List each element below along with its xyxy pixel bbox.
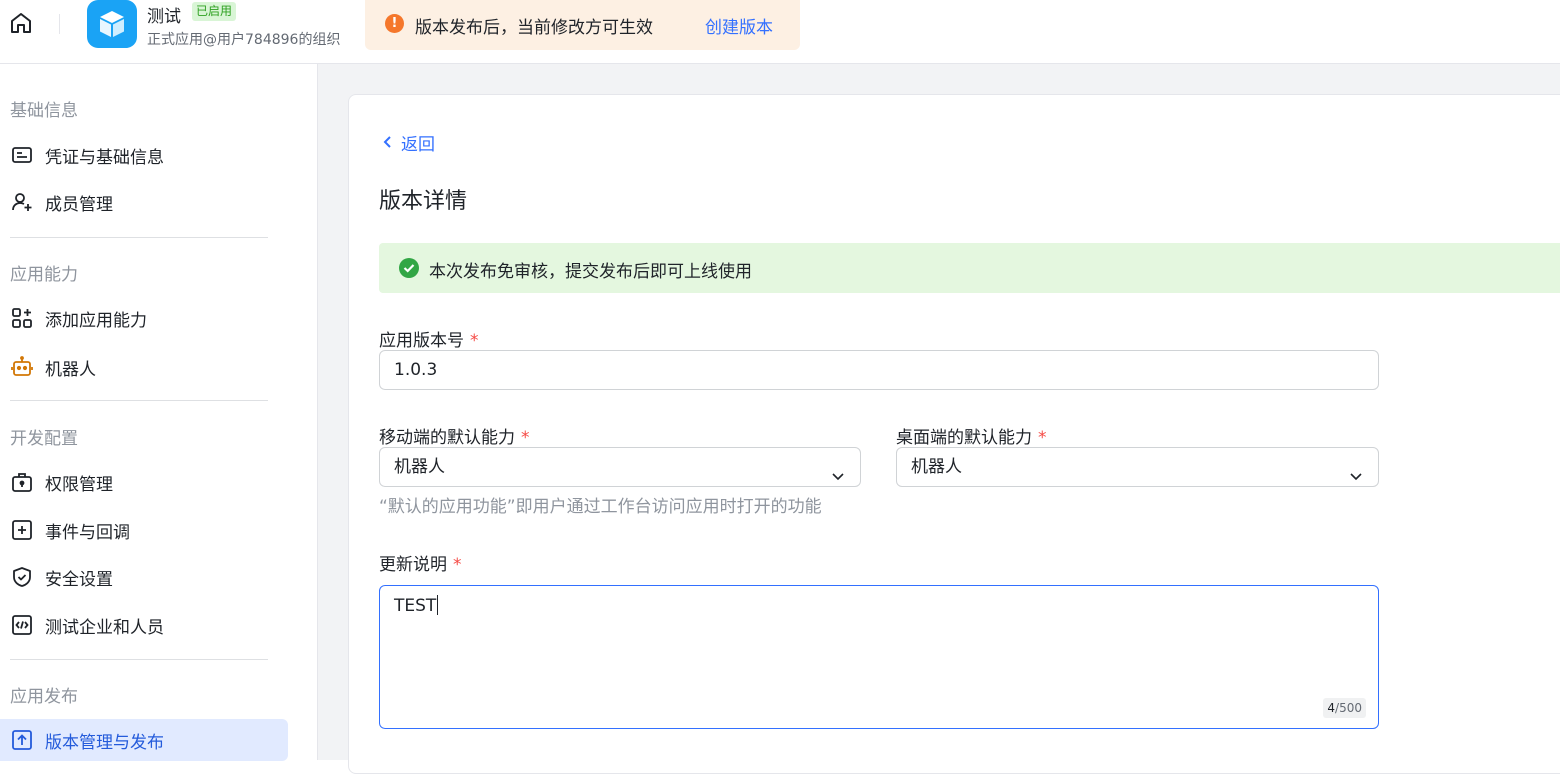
required-mark: * xyxy=(521,428,530,448)
shield-check-icon xyxy=(10,565,34,589)
sidebar-item-test-enterprise[interactable]: 测试企业和人员 xyxy=(0,604,288,646)
notice-text: 版本发布后，当前修改方可生效 xyxy=(415,18,653,38)
sidebar-item-label: 版本管理与发布 xyxy=(45,733,164,753)
desktop-default-label: 桌面端的默认能力 * xyxy=(896,428,1047,448)
header-divider xyxy=(59,14,60,34)
version-label: 应用版本号 * xyxy=(379,331,479,351)
grid-add-icon xyxy=(10,306,34,330)
sidebar-item-label: 权限管理 xyxy=(45,475,113,495)
mobile-default-value: 机器人 xyxy=(394,457,445,477)
sidebar-item-permissions[interactable]: 权限管理 xyxy=(0,461,288,503)
sidebar: 基础信息 凭证与基础信息 成员管理 应用能力 添加应用能力 机器人 开发配置 权… xyxy=(0,64,318,761)
code-box-icon xyxy=(10,613,34,637)
sidebar-item-security[interactable]: 安全设置 xyxy=(0,556,288,598)
success-banner: 本次发布免审核，提交发布后即可上线使用 xyxy=(379,243,1560,293)
required-mark: * xyxy=(470,331,479,351)
app-org: 正式应用@用户784896的组织 xyxy=(147,32,341,48)
desktop-default-value: 机器人 xyxy=(911,457,962,477)
update-notes-textarea[interactable]: TEST 4/500 xyxy=(379,585,1379,729)
sidebar-item-members[interactable]: 成员管理 xyxy=(0,181,288,223)
robot-icon xyxy=(10,355,34,379)
default-capability-help: “默认的应用功能”即用户通过工作台访问应用时打开的功能 xyxy=(379,497,822,517)
required-mark: * xyxy=(453,555,462,575)
page-title: 版本详情 xyxy=(379,189,468,214)
required-mark: * xyxy=(1038,428,1047,448)
sidebar-divider xyxy=(10,400,268,401)
warning-icon: ! xyxy=(385,14,404,33)
sidebar-item-credentials[interactable]: 凭证与基础信息 xyxy=(0,134,288,176)
sidebar-item-label: 安全设置 xyxy=(45,570,113,590)
sidebar-item-label: 添加应用能力 xyxy=(45,311,147,331)
sidebar-section-title: 应用能力 xyxy=(10,265,78,285)
sidebar-divider xyxy=(10,659,268,660)
check-circle-icon xyxy=(399,258,419,278)
sidebar-item-events[interactable]: 事件与回调 xyxy=(0,509,288,551)
upload-box-icon xyxy=(10,728,34,752)
create-version-link[interactable]: 创建版本 xyxy=(705,13,773,38)
chevron-down-icon xyxy=(1348,460,1364,481)
sidebar-section-title: 应用发布 xyxy=(10,687,78,707)
sidebar-item-robot[interactable]: 机器人 xyxy=(0,346,288,388)
sidebar-item-label: 凭证与基础信息 xyxy=(45,148,164,168)
app-status-badge: 已启用 xyxy=(192,2,237,21)
sidebar-item-version-release[interactable]: 版本管理与发布 xyxy=(0,719,288,761)
sidebar-item-label: 测试企业和人员 xyxy=(45,618,164,638)
char-counter: 4/500 xyxy=(1323,698,1366,718)
sidebar-item-label: 成员管理 xyxy=(45,195,113,215)
desktop-default-select[interactable]: 机器人 xyxy=(896,447,1379,487)
version-input[interactable]: 1.0.3 xyxy=(379,350,1379,390)
mobile-default-label: 移动端的默认能力 * xyxy=(379,428,530,448)
update-notes-label: 更新说明 * xyxy=(379,555,462,575)
chevron-left-icon xyxy=(380,132,396,152)
user-add-icon xyxy=(10,190,34,214)
app-logo xyxy=(87,0,137,48)
publish-notice: ! 版本发布后，当前修改方可生效 创建版本 xyxy=(365,0,800,50)
sidebar-section-title: 基础信息 xyxy=(10,101,78,121)
sidebar-item-label: 事件与回调 xyxy=(45,523,130,543)
back-label: 返回 xyxy=(401,135,435,155)
id-card-icon xyxy=(10,143,34,167)
plus-square-icon xyxy=(10,518,34,542)
chevron-down-icon xyxy=(830,460,846,481)
update-notes-value: TEST xyxy=(394,595,439,616)
sidebar-section-title: 开发配置 xyxy=(10,429,78,449)
home-icon[interactable] xyxy=(8,10,34,36)
sidebar-item-add-capability[interactable]: 添加应用能力 xyxy=(0,297,288,339)
app-name: 测试 xyxy=(147,7,181,27)
mobile-default-select[interactable]: 机器人 xyxy=(379,447,861,487)
sidebar-divider xyxy=(10,237,268,238)
briefcase-lock-icon xyxy=(10,470,34,494)
success-text: 本次发布免审核，提交发布后即可上线使用 xyxy=(429,262,752,282)
sidebar-item-label: 机器人 xyxy=(45,360,96,380)
top-bar: 测试 已启用 正式应用@用户784896的组织 ! 版本发布后，当前修改方可生效… xyxy=(0,0,1560,64)
